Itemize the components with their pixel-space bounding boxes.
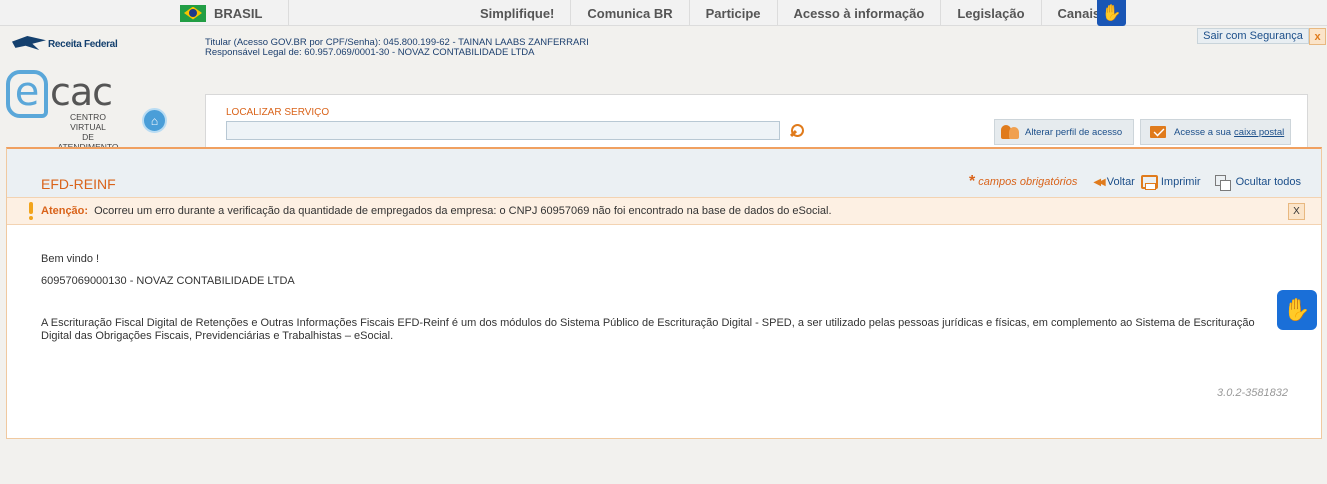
ecac-cac-text: cac (50, 70, 113, 114)
mail-icon (1150, 126, 1166, 138)
required-star: * (969, 173, 976, 190)
home-icon[interactable]: ⌂ (142, 108, 167, 133)
warning-alert: Atenção: Ocorreu um erro durante a verif… (7, 197, 1321, 225)
mailbox-link[interactable]: caixa postal (1234, 127, 1284, 138)
alert-message: Ocorreu um erro durante a verificação da… (94, 205, 832, 217)
printer-icon (1140, 175, 1158, 190)
search-label: LOCALIZAR SERVIÇO (226, 107, 330, 118)
version-label: 3.0.2-3581832 (1217, 387, 1288, 399)
page-title: EFD-REINF (41, 176, 116, 192)
user-info: Titular (Acesso GOV.BR por CPF/Senha): 0… (205, 38, 589, 58)
welcome-text: Bem vindo ! (41, 253, 100, 265)
gov-nav: Simplifique! Comunica BR Participe Acess… (464, 0, 1116, 26)
search-panel: LOCALIZAR SERVIÇO Alterar perfil de aces… (205, 94, 1308, 148)
accessibility-hands-icon[interactable]: ✋ (1097, 0, 1126, 26)
change-profile-label: Alterar perfil de acesso (1025, 126, 1123, 138)
back-button[interactable]: ◀◀ Voltar (1093, 176, 1135, 188)
required-label: campos obrigatórios (978, 176, 1078, 188)
ecac-subtitle: CENTRO VIRTUAL DE ATENDIMENTO (52, 112, 124, 152)
collapse-windows-icon (1214, 175, 1231, 191)
panel-header: EFD-REINF * campos obrigatórios ◀◀ Volta… (7, 149, 1321, 197)
search-input[interactable] (226, 121, 780, 140)
people-icon (1001, 125, 1019, 139)
print-button[interactable]: Imprimir (1140, 175, 1201, 190)
mailbox-prefix: Acesse a sua (1174, 126, 1232, 138)
gov-brasil-link[interactable]: BRASIL (170, 0, 289, 26)
gov-link-simplifique[interactable]: Simplifique! (464, 0, 570, 26)
gov-link-participe[interactable]: Participe (688, 0, 777, 26)
responsavel-line: Responsável Legal de: 60.957.069/0001-30… (205, 47, 535, 58)
gov-top-bar: BRASIL Simplifique! Comunica BR Particip… (0, 0, 1327, 26)
eagle-icon (12, 34, 46, 54)
required-fields-note: * campos obrigatórios (969, 173, 1078, 190)
alert-close-button[interactable]: X (1288, 203, 1305, 220)
gov-link-comunica[interactable]: Comunica BR (570, 0, 688, 26)
description-text: A Escrituração Fiscal Digital de Retençõ… (41, 317, 1255, 342)
back-arrow-icon: ◀◀ (1093, 176, 1106, 188)
receita-federal-logo[interactable]: Receita Federal (12, 34, 118, 54)
ecac-subtitle-line1: CENTRO VIRTUAL (70, 112, 106, 132)
hide-all-label: Ocultar todos (1235, 176, 1301, 188)
logout-button[interactable]: Sair com Segurança (1197, 28, 1309, 44)
gov-link-acesso-informacao[interactable]: Acesso à informação (776, 0, 941, 26)
search-icon[interactable] (789, 123, 805, 139)
page-actions: * campos obrigatórios ◀◀ Voltar Imprimir… (969, 173, 1301, 191)
warning-icon (27, 202, 35, 220)
gov-country-label: BRASIL (214, 5, 263, 21)
main-panel: EFD-REINF * campos obrigatórios ◀◀ Volta… (6, 147, 1322, 439)
print-label: Imprimir (1160, 176, 1201, 188)
mailbox-button[interactable]: Acesse a sua caixa postal (1140, 119, 1291, 145)
brazil-flag-icon (180, 4, 206, 22)
hide-all-button[interactable]: Ocultar todos (1207, 175, 1301, 191)
alert-label: Atenção: (41, 205, 89, 217)
ecac-e-mark: e (6, 70, 48, 118)
change-profile-button[interactable]: Alterar perfil de acesso (994, 119, 1134, 145)
vlibras-hands-icon[interactable]: ✋ (1277, 290, 1317, 330)
gov-link-legislacao[interactable]: Legislação (940, 0, 1040, 26)
ecac-logo[interactable]: e cac CENTRO VIRTUAL DE ATENDIMENTO (6, 68, 126, 152)
logout-close-icon[interactable]: x (1309, 28, 1326, 45)
receita-federal-label: Receita Federal (48, 38, 118, 50)
back-label: Voltar (1106, 176, 1135, 188)
company-text: 60957069000130 - NOVAZ CONTABILIDADE LTD… (41, 275, 295, 287)
